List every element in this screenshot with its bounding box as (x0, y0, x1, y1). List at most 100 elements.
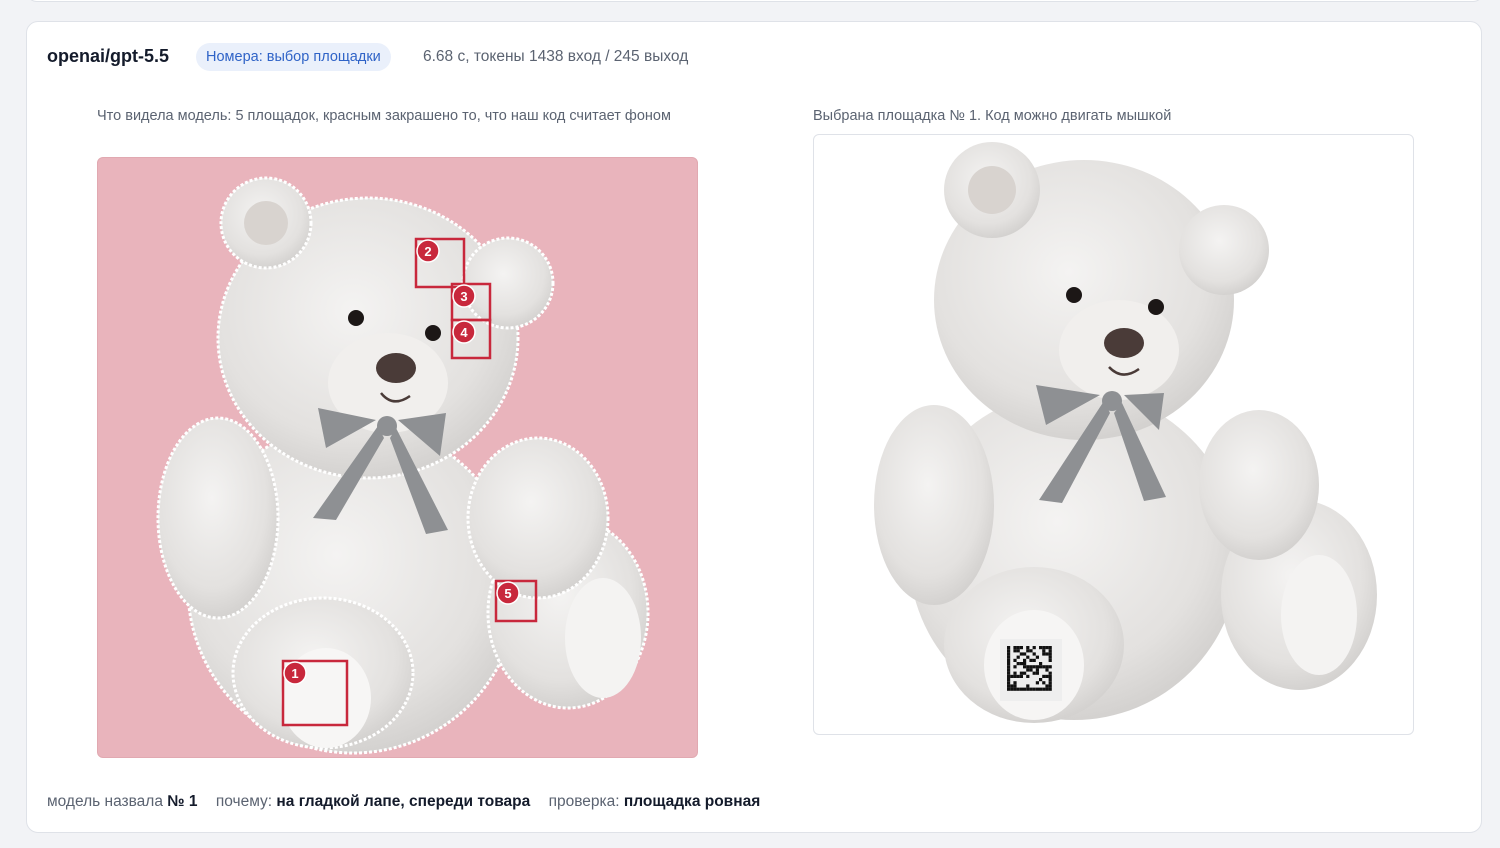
code-module (1013, 646, 1017, 650)
code-module (1026, 668, 1030, 672)
code-module (1016, 649, 1020, 653)
code-module (1007, 649, 1011, 653)
code-module (1048, 649, 1052, 653)
code-module (1026, 665, 1030, 669)
code-module (1007, 681, 1011, 685)
area-1[interactable]: 1 (281, 659, 349, 727)
code-module (1013, 665, 1017, 669)
code-module (1019, 671, 1023, 675)
code-module (1026, 649, 1030, 653)
area-3-label: 3 (460, 289, 467, 304)
code-module (1013, 671, 1017, 675)
code-module (1032, 671, 1036, 675)
left-caption: Что видела модель: 5 площадок, красным з… (97, 108, 671, 124)
code-module (1039, 665, 1043, 669)
check-label: проверка: (548, 793, 620, 810)
area-1-label: 1 (291, 666, 298, 681)
code-module (1032, 652, 1036, 656)
check-segment: проверка: площадка ровная (549, 793, 761, 810)
code-module (1019, 652, 1023, 656)
code-module (1007, 684, 1011, 688)
code-module (1045, 687, 1049, 691)
code-module (1029, 649, 1033, 653)
code-module (1007, 678, 1011, 682)
code-module (1042, 681, 1046, 685)
code-module (1048, 674, 1052, 678)
code-module (1045, 668, 1049, 672)
code-module (1048, 646, 1052, 650)
named-segment: модель назвала № 1 (47, 793, 198, 810)
code-module (1026, 687, 1030, 691)
code-module (1013, 681, 1017, 685)
code-module (1035, 681, 1039, 685)
code-module (1019, 674, 1023, 678)
code-module (1026, 674, 1030, 678)
result-card: openai/gpt-5.5 Номера: выбор площадки 6.… (26, 21, 1482, 833)
area-4-label: 4 (460, 325, 468, 340)
check-value: площадка ровная (623, 793, 761, 810)
code-module (1007, 665, 1011, 669)
code-module (1039, 646, 1043, 650)
code-module (1048, 652, 1052, 656)
model-name: openai/gpt-5.5 (47, 46, 170, 66)
code-module (1007, 687, 1011, 691)
code-module (1026, 646, 1030, 650)
code-module (1035, 655, 1039, 659)
named-value: № 1 (167, 793, 198, 810)
code-module (1007, 674, 1011, 678)
code-module (1007, 655, 1011, 659)
code-module (1048, 678, 1052, 682)
code-module (1045, 646, 1049, 650)
code-module (1045, 674, 1049, 678)
code-module (1048, 655, 1052, 659)
code-module (1035, 665, 1039, 669)
code-module (1048, 687, 1052, 691)
code-module (1007, 646, 1011, 650)
code-module (1042, 649, 1046, 653)
code-module (1042, 665, 1046, 669)
code-module (1019, 646, 1023, 650)
code-module (1045, 665, 1049, 669)
code-module (1023, 658, 1027, 662)
code-module (1019, 687, 1023, 691)
code-module (1039, 662, 1043, 666)
code-module (1007, 652, 1011, 656)
code-module (1007, 662, 1011, 666)
code-module (1023, 671, 1027, 675)
code-module (1035, 668, 1039, 672)
code-module (1010, 684, 1014, 688)
code-module (1023, 662, 1027, 666)
code-module (1019, 662, 1023, 666)
code-module (1042, 646, 1046, 650)
code-module (1013, 674, 1017, 678)
code-module (1016, 655, 1020, 659)
code-module (1007, 658, 1011, 662)
paw-pad-right (565, 578, 641, 698)
code-module (1007, 671, 1011, 675)
code-module (1026, 655, 1030, 659)
code-module (1023, 652, 1027, 656)
area-2-label: 2 (424, 244, 431, 259)
previous-card (26, 0, 1484, 2)
code-module (1042, 652, 1046, 656)
code-module (1042, 674, 1046, 678)
code-module (1023, 687, 1027, 691)
code-module (1029, 665, 1033, 669)
code-module (1032, 658, 1036, 662)
code-module (1039, 678, 1043, 682)
data-matrix-code[interactable] (1000, 639, 1062, 701)
bear-masked-svg: 1 2 3 4 5 (156, 176, 650, 755)
result-preview-image (813, 134, 1414, 735)
code-module (1026, 684, 1030, 688)
code-module (1029, 668, 1033, 672)
code-module (1032, 687, 1036, 691)
timing-meta: 6.68 с, токены 1438 вход / 245 выход (423, 48, 689, 65)
code-module (1048, 684, 1052, 688)
code-module (1016, 662, 1020, 666)
code-module (1013, 649, 1017, 653)
code-module (1048, 658, 1052, 662)
code-module (1032, 665, 1036, 669)
code-module (1042, 687, 1046, 691)
code-module (1010, 674, 1014, 678)
code-module (1035, 671, 1039, 675)
